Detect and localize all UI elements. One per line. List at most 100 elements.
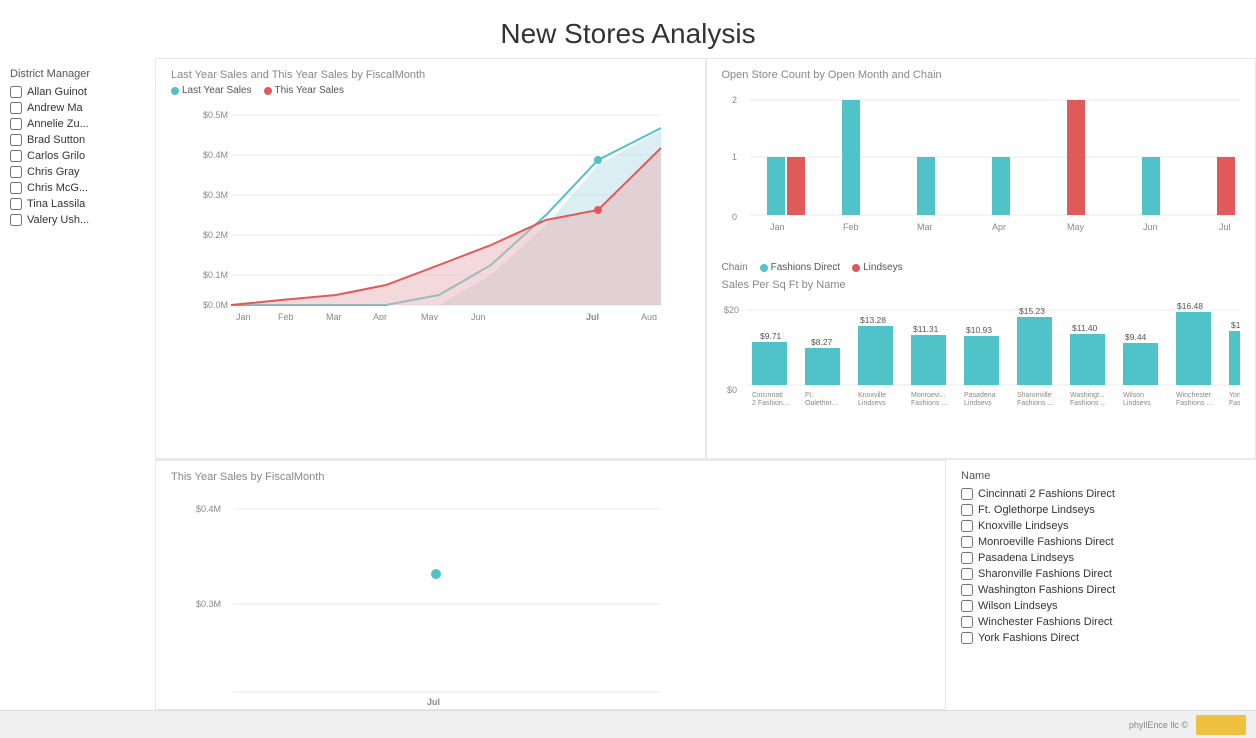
name-filter-item[interactable]: Knoxville Lindseys (961, 520, 1241, 532)
legend-dot-last-year (171, 87, 179, 95)
manager-label: Annelie Zu... (27, 118, 89, 130)
svg-text:Jun: Jun (1143, 222, 1158, 232)
name-filter-item[interactable]: Washington Fashions Direct (961, 584, 1241, 596)
name-filter-item[interactable]: Monroeville Fashions Direct (961, 536, 1241, 548)
svg-text:$0.3M: $0.3M (196, 599, 221, 609)
yellow-tab[interactable] (1196, 715, 1246, 735)
manager-item[interactable]: Chris McG... (10, 182, 145, 194)
name-filter-item[interactable]: Pasadena Lindseys (961, 552, 1241, 564)
bar-may-l (1067, 100, 1085, 215)
open-store-chart-title: Open Store Count by Open Month and Chain (722, 69, 1241, 81)
svg-text:Fashions ...: Fashions ... (1229, 400, 1241, 405)
svg-text:$8.27: $8.27 (811, 337, 833, 347)
svg-text:$15.23: $15.23 (1019, 306, 1045, 316)
name-filter-checkbox[interactable] (961, 536, 973, 548)
svg-text:Lindseys: Lindseys (1123, 400, 1151, 405)
name-filter-checkbox[interactable] (961, 552, 973, 564)
manager-item[interactable]: Chris Gray (10, 166, 145, 178)
svg-text:Fashions ...: Fashions ... (911, 400, 947, 405)
bar-apr-fd (992, 157, 1010, 215)
name-filter-label: Knoxville Lindseys (978, 520, 1069, 532)
name-filter-checkbox[interactable] (961, 520, 973, 532)
name-filter-label: York Fashions Direct (978, 632, 1079, 644)
legend-label-fd: Fashions Direct (771, 262, 840, 273)
svg-text:Jan: Jan (770, 222, 785, 232)
legend-label-l: Lindseys (863, 262, 902, 273)
svg-text:$0.2M: $0.2M (203, 230, 228, 240)
manager-item[interactable]: Brad Sutton (10, 134, 145, 146)
svg-text:2: 2 (732, 95, 737, 105)
svg-text:Wilson: Wilson (1123, 392, 1144, 399)
name-filter-item[interactable]: Ft. Oglethorpe Lindseys (961, 504, 1241, 516)
manager-item[interactable]: Annelie Zu... (10, 118, 145, 130)
bar-pasadena (964, 336, 999, 385)
legend-this-year: This Year Sales (264, 85, 345, 96)
svg-text:Jul: Jul (427, 697, 440, 707)
bar-jul-l (1217, 157, 1235, 215)
svg-text:Mar: Mar (917, 222, 933, 232)
manager-label: Carlos Grilo (27, 150, 85, 162)
manager-label: Brad Sutton (27, 134, 85, 146)
name-filter-item[interactable]: Winchester Fashions Direct (961, 616, 1241, 628)
manager-checkbox[interactable] (10, 86, 22, 98)
sidebar: District Manager Allan GuinotAndrew MaAn… (0, 58, 155, 710)
name-filter-checkbox[interactable] (961, 616, 973, 628)
name-filter-item[interactable]: Sharonville Fashions Direct (961, 568, 1241, 580)
manager-item[interactable]: Carlos Grilo (10, 150, 145, 162)
manager-list: Allan Guinot Andrew Ma Annelie Zu... Brad S… (10, 86, 145, 226)
svg-text:May: May (421, 312, 439, 320)
svg-text:$12.23: $12.23 (1231, 320, 1241, 330)
name-filter-label: Cincinnati 2 Fashions Direct (978, 488, 1115, 500)
legend-label-this-year: This Year Sales (275, 85, 345, 96)
bar-feb-fd (842, 100, 860, 215)
svg-text:Fashions ...: Fashions ... (1070, 400, 1106, 405)
name-filter-item[interactable]: York Fashions Direct (961, 632, 1241, 644)
svg-text:$0.4M: $0.4M (203, 150, 228, 160)
svg-text:Cincinnati: Cincinnati (752, 392, 783, 399)
name-filter-checkbox[interactable] (961, 568, 973, 580)
svg-text:Apr: Apr (992, 222, 1006, 232)
name-filter-item[interactable]: Wilson Lindseys (961, 600, 1241, 612)
this-year-dot (431, 569, 441, 579)
manager-checkbox[interactable] (10, 102, 22, 114)
manager-checkbox[interactable] (10, 182, 22, 194)
name-filter-title: Name (961, 470, 1241, 482)
svg-text:$0: $0 (727, 385, 737, 395)
name-filter-checkbox[interactable] (961, 504, 973, 516)
manager-checkbox[interactable] (10, 214, 22, 226)
name-filter-checkbox[interactable] (961, 488, 973, 500)
main-container: New Stores Analysis ↖ District Manager A… (0, 0, 1256, 738)
manager-label: Chris McG... (27, 182, 88, 194)
this-year-chart-title: This Year Sales by FiscalMonth (171, 471, 930, 483)
svg-text:$16.48: $16.48 (1177, 301, 1203, 311)
name-filter-item[interactable]: Cincinnati 2 Fashions Direct (961, 488, 1241, 500)
svg-text:$0.1M: $0.1M (203, 270, 228, 280)
svg-text:Fashions ...: Fashions ... (1176, 400, 1212, 405)
footer-text: phyllEnce llc © (1129, 720, 1188, 730)
svg-text:$9.71: $9.71 (760, 331, 782, 341)
name-filter-checkbox[interactable] (961, 600, 973, 612)
manager-item[interactable]: Andrew Ma (10, 102, 145, 114)
legend-dot-l (852, 264, 860, 272)
name-filter-checkbox[interactable] (961, 584, 973, 596)
line-chart-panel: Last Year Sales and This Year Sales by F… (155, 58, 706, 459)
svg-text:$0.5M: $0.5M (203, 110, 228, 120)
manager-checkbox[interactable] (10, 134, 22, 146)
manager-label: Andrew Ma (27, 102, 83, 114)
manager-checkbox[interactable] (10, 118, 22, 130)
open-store-legend: Chain Fashions Direct Lindseys (722, 262, 1241, 273)
manager-checkbox[interactable] (10, 198, 22, 210)
sales-sqft-svg: $20 $0 $9.71 Cincinnati 2 Fashion... (722, 295, 1241, 405)
manager-checkbox[interactable] (10, 150, 22, 162)
manager-checkbox[interactable] (10, 166, 22, 178)
svg-text:$0.4M: $0.4M (196, 504, 221, 514)
name-filter-checkbox[interactable] (961, 632, 973, 644)
manager-item[interactable]: Allan Guinot (10, 86, 145, 98)
svg-text:Jul: Jul (586, 312, 599, 320)
svg-text:$11.40: $11.40 (1072, 323, 1098, 333)
manager-item[interactable]: Valery Ush... (10, 214, 145, 226)
svg-text:$0.0M: $0.0M (203, 300, 228, 310)
manager-item[interactable]: Tina Lassila (10, 198, 145, 210)
name-filter-label: Washington Fashions Direct (978, 584, 1115, 596)
footer: phyllEnce llc © (0, 710, 1256, 738)
